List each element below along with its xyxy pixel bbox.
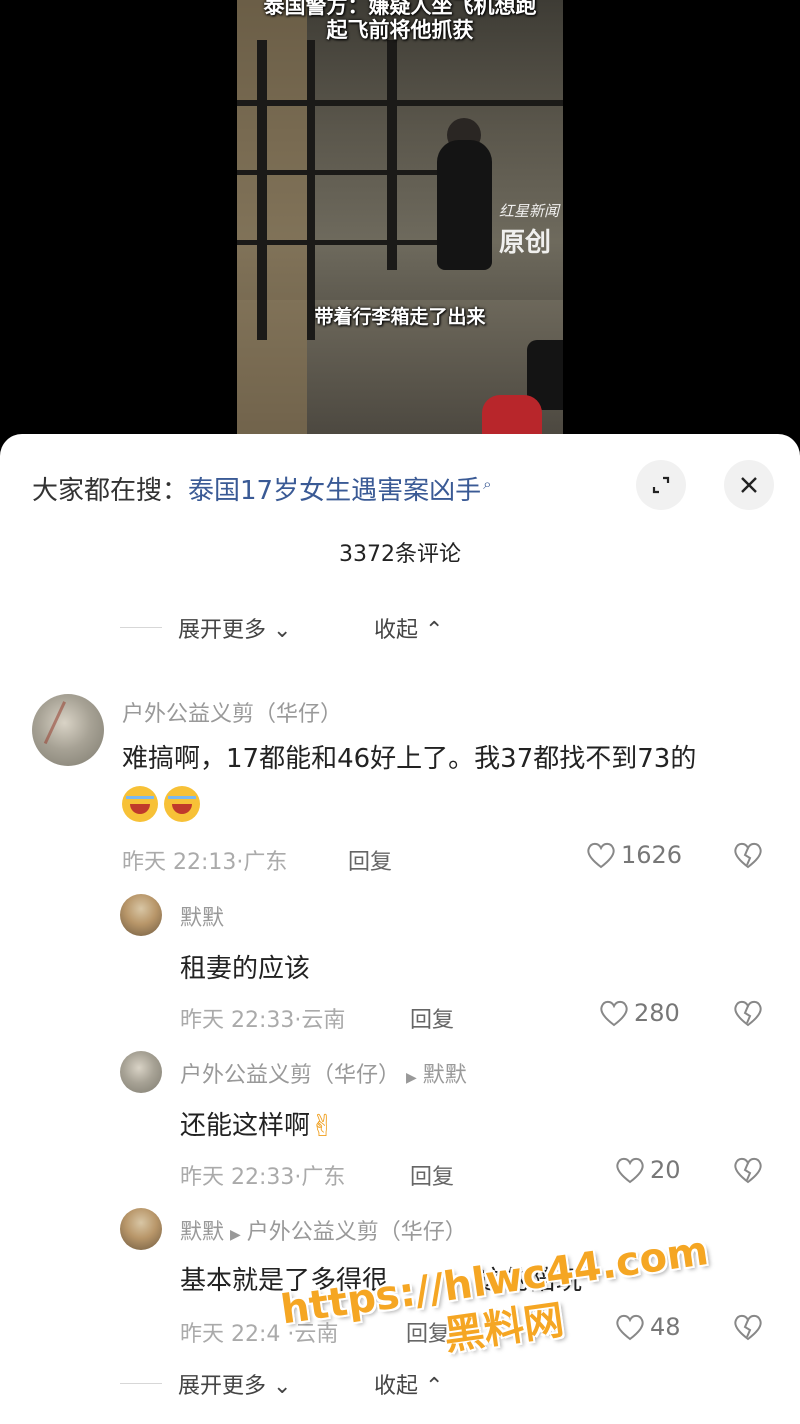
video-watermark-small: 红星新闻 [499,202,560,220]
avatar[interactable] [120,1208,162,1250]
like-count: 48 [650,1313,681,1341]
video-frame-bar [237,100,563,106]
like-button[interactable]: 20 [614,1155,681,1185]
video-title-line2: 起飞前将他抓获 [326,18,474,42]
comment-count: 3372条评论 [339,542,461,567]
dislike-button[interactable] [732,998,764,1032]
reply-arrow-icon: ▶ [230,1227,241,1243]
comment-text: 还能这样啊 [180,1111,311,1141]
comment-username[interactable]: 户外公益义剪（华仔） [122,696,342,728]
comment-location: 广东 [301,1165,346,1190]
collapse-button[interactable]: 收起 ⌃ [374,1368,443,1400]
close-icon[interactable] [724,460,774,510]
comment-text: 难搞啊，17都能和46好上了。我37都找不到73的 [122,744,697,774]
chevron-down-icon: ⌄ [266,618,292,643]
broken-heart-icon [734,1314,762,1341]
comment-location: 云南 [301,1008,346,1033]
divider-line [120,627,162,628]
comment-username[interactable]: 默默 [180,900,224,932]
heart-icon [600,1000,628,1027]
reply-to-username[interactable]: 户外公益义剪（华仔） [247,1220,467,1245]
reply-button[interactable]: 回复 [410,1159,454,1191]
video-frame-bar [387,40,397,270]
trending-search-prefix: 大家都在搜： [32,476,189,506]
heart-icon [587,842,615,869]
divider-line [120,1383,162,1384]
comment-username[interactable]: 默默 [180,1220,224,1245]
like-count: 20 [650,1156,681,1184]
video-player[interactable]: 泰国警方：嫌疑人坐飞机想跑 起飞前将他抓获 红星新闻 原创 带着行李箱走了出来 [237,0,563,440]
comment-time: 昨天 22:13 [122,850,237,875]
reply-button[interactable]: 回复 [410,1002,454,1034]
video-subtitle: 带着行李箱走了出来 [314,306,486,328]
expand-more-button[interactable]: 展开更多 ⌄ [178,612,291,644]
chevron-down-icon: ⌄ [266,1374,292,1399]
dislike-button[interactable] [732,840,764,874]
collapse-label: 收起 [374,1374,419,1399]
trending-search-keyword[interactable]: 泰国17岁女生遇害案凶手 [188,476,481,506]
like-count: 1626 [621,841,683,869]
comment-location: 广东 [243,850,288,875]
comment-username-row: 默默 ▶ 户外公益义剪（华仔） [180,1214,467,1246]
like-button[interactable]: 48 [614,1312,681,1342]
reply-to-username[interactable]: 默默 [423,1063,467,1088]
collapse-button[interactable]: 收起 ⌃ [374,612,443,644]
expand-more-label: 展开更多 [178,1374,267,1399]
heart-icon [616,1157,644,1184]
video-frame-bar [237,170,437,175]
comment-meta: 昨天 22:13·广东 [122,850,288,875]
avatar[interactable] [120,1051,162,1093]
video-frame-bar [257,40,267,340]
broken-heart-icon [734,842,762,869]
comment-username-row: 户外公益义剪（华仔） ▶ 默默 [180,1057,467,1089]
expand-more-button[interactable]: 展开更多 ⌄ [178,1368,291,1400]
video-title-line1: 泰国警方：嫌疑人坐飞机想跑 [263,0,537,18]
expand-icon[interactable] [636,460,686,510]
heart-icon [616,1314,644,1341]
cry-laugh-emoji-icon [164,786,200,822]
like-button[interactable]: 1626 [585,840,682,870]
avatar[interactable] [32,694,104,766]
video-wall [237,0,307,440]
video-frame-bar [237,240,437,245]
like-count: 280 [634,999,680,1027]
expand-icon-glyph [652,476,670,494]
search-icon: ⌕ [483,475,492,494]
broken-heart-icon [734,1000,762,1027]
chevron-up-icon: ⌃ [418,1374,444,1399]
replies-toggle-row: 展开更多 ⌄ 收起 ⌃ [120,612,620,644]
avatar[interactable] [120,894,162,936]
comment-time: 昨天 22:33 [180,1008,295,1033]
reply-button[interactable]: 回复 [348,844,392,876]
close-icon-glyph [741,477,757,493]
video-watermark-big: 原创 [499,228,552,258]
collapse-label: 收起 [374,618,419,643]
video-person [437,140,492,270]
trending-search[interactable]: 大家都在搜：泰国17岁女生遇害案凶手 ⌕ [32,470,492,507]
comment-meta: 昨天 22:33·广东 [180,1165,346,1190]
comment-time: 昨天 22:4 [180,1322,281,1347]
cry-laugh-emoji-row [122,786,206,822]
expand-more-label: 展开更多 [178,618,267,643]
comment-text: 租妻的应该 [180,954,311,984]
comment-username[interactable]: 户外公益义剪（华仔） [180,1063,400,1088]
comment-meta: 昨天 22:33·云南 [180,1008,346,1033]
reply-arrow-icon: ▶ [406,1070,417,1086]
video-frame-bar [307,40,315,340]
like-button[interactable]: 280 [598,998,680,1028]
dislike-button[interactable] [732,1312,764,1346]
comment-text-row: 还能这样啊✌ [180,1105,335,1144]
cry-laugh-emoji-icon [122,786,158,822]
comment-time: 昨天 22:33 [180,1165,295,1190]
broken-heart-icon [734,1157,762,1184]
dislike-button[interactable] [732,1155,764,1189]
chevron-up-icon: ⌃ [418,618,444,643]
replies-toggle-row: 展开更多 ⌄ 收起 ⌃ [120,1368,620,1400]
thumbs-up-emoji-icon: ✌ [310,1109,336,1144]
